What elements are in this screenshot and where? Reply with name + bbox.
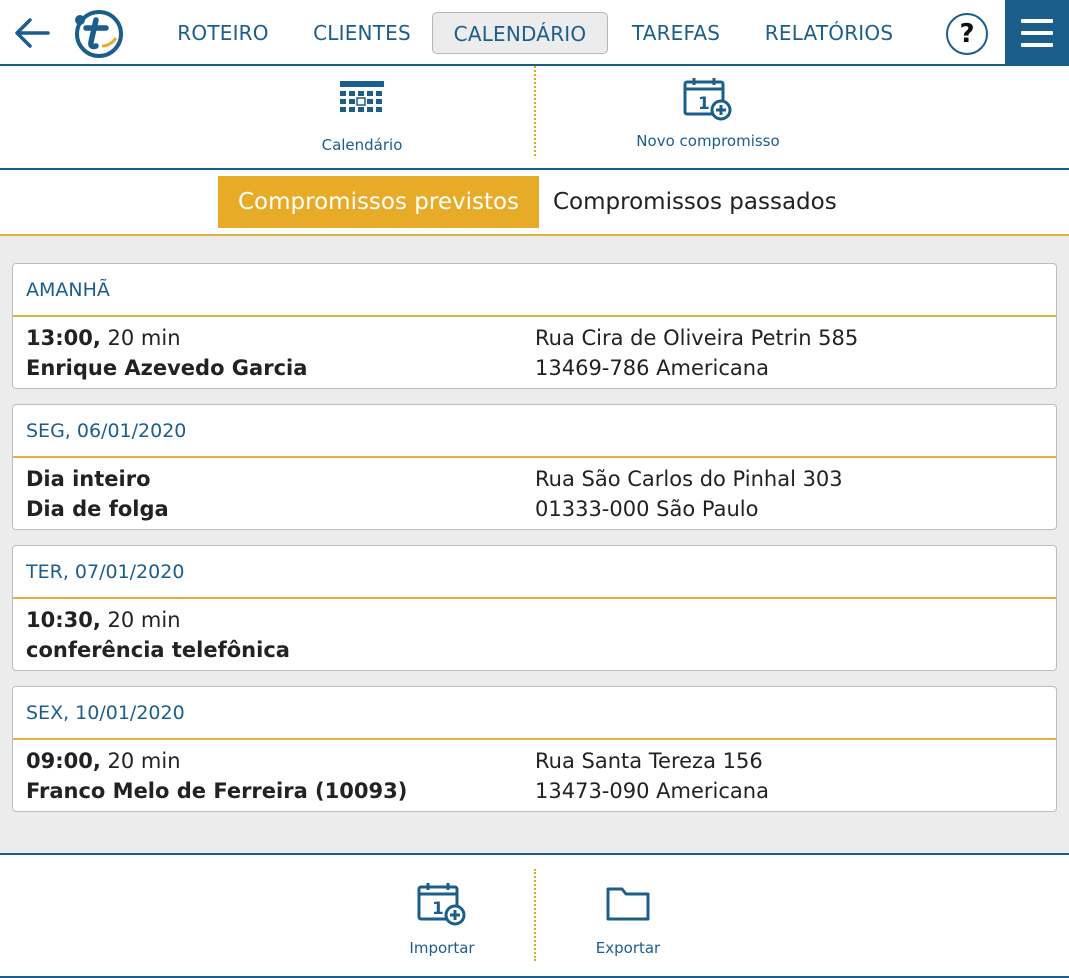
export-label: Exportar	[595, 939, 661, 957]
appointment-card: TER, 07/01/2020 10:30, 20 min conferênci…	[12, 545, 1057, 671]
appointment-time: 13:00,	[26, 326, 101, 350]
appointment-card: SEX, 10/01/2020 09:00, 20 min Franco Mel…	[12, 686, 1057, 812]
appointment-tabs: Compromissos previstos Compromissos pass…	[0, 170, 1069, 236]
top-nav: ROTEIRO CLIENTES CALENDÁRIO TAREFAS RELA…	[0, 0, 1069, 66]
tab-past[interactable]: Compromissos passados	[533, 176, 857, 228]
help-button[interactable]: ?	[946, 13, 988, 55]
svg-text:1: 1	[698, 94, 710, 114]
appointment-row[interactable]: 13:00, 20 min Enrique Azevedo Garcia Rua…	[13, 317, 1056, 388]
appointment-day-header: SEG, 06/01/2020	[13, 405, 1056, 458]
calendar-add-icon: 1	[683, 78, 732, 121]
nav-relatorios[interactable]: RELATÓRIOS	[758, 12, 900, 54]
folder-icon	[606, 887, 650, 921]
new-appointment-label: Novo compromisso	[636, 132, 780, 150]
calendar-view-button[interactable]: Calendário	[302, 78, 422, 154]
appointment-city: 13469-786 Americana	[535, 356, 769, 380]
app-logo	[72, 8, 124, 58]
appointment-card: SEG, 06/01/2020 Dia inteiro Dia de folga…	[12, 404, 1057, 530]
appointment-title: Dia de folga	[26, 497, 169, 521]
calendar-label: Calendário	[321, 136, 403, 154]
appointment-street: Rua São Carlos do Pinhal 303	[535, 467, 843, 491]
nav-tarefas[interactable]: TAREFAS	[624, 12, 728, 54]
appointment-time: Dia inteiro	[26, 467, 151, 491]
appointment-row[interactable]: 09:00, 20 min Franco Melo de Ferreira (1…	[13, 740, 1056, 811]
appointment-title: Franco Melo de Ferreira (10093)	[26, 779, 408, 803]
new-appointment-button[interactable]: 1 Novo compromisso	[628, 76, 788, 150]
appointment-title: Enrique Azevedo Garcia	[26, 356, 308, 380]
appointment-time: 09:00,	[26, 749, 101, 773]
import-label: Importar	[409, 939, 475, 957]
export-button[interactable]: Exportar	[568, 883, 688, 957]
appointment-time-line: 10:30, 20 min	[26, 608, 181, 632]
appointment-street: Rua Cira de Oliveira Petrin 585	[535, 326, 859, 350]
appointment-card: AMANHÃ 13:00, 20 min Enrique Azevedo Gar…	[12, 263, 1057, 389]
appointment-duration: 20 min	[107, 608, 181, 632]
hamburger-menu-icon[interactable]	[1005, 0, 1069, 66]
import-export-toolbar: 1 Importar Exportar	[0, 853, 1069, 978]
appointment-duration: 20 min	[107, 749, 181, 773]
appointment-row[interactable]: 10:30, 20 min conferência telefônica	[13, 599, 1056, 670]
appointment-time-line: Dia inteiro	[26, 467, 151, 491]
appointment-duration: 20 min	[107, 326, 181, 350]
nav-roteiro[interactable]: ROTEIRO	[168, 12, 278, 54]
footer-divider	[534, 869, 536, 961]
appointment-time-line: 13:00, 20 min	[26, 326, 181, 350]
nav-calendario[interactable]: CALENDÁRIO	[432, 12, 608, 54]
appointment-title: conferência telefônica	[26, 638, 290, 662]
calendar-toolbar: Calendário 1 Novo compromisso	[0, 66, 1069, 170]
calendar-grid-icon	[340, 81, 384, 112]
appointment-day-header: AMANHÃ	[13, 264, 1056, 317]
toolbar-divider	[534, 66, 536, 156]
nav-clientes[interactable]: CLIENTES	[303, 12, 421, 54]
tab-upcoming[interactable]: Compromissos previstos	[218, 176, 540, 228]
appointment-day-header: SEX, 10/01/2020	[13, 687, 1056, 740]
appointment-city: 13473-090 Americana	[535, 779, 769, 803]
appointment-day-header: TER, 07/01/2020	[13, 546, 1056, 599]
appointment-city: 01333-000 São Paulo	[535, 497, 759, 521]
import-button[interactable]: 1 Importar	[382, 881, 502, 957]
back-arrow-icon[interactable]	[12, 15, 52, 51]
svg-text:1: 1	[432, 899, 444, 919]
appointment-row[interactable]: Dia inteiro Dia de folga Rua São Carlos …	[13, 458, 1056, 529]
appointment-street: Rua Santa Tereza 156	[535, 749, 763, 773]
appointment-time: 10:30,	[26, 608, 101, 632]
appointment-time-line: 09:00, 20 min	[26, 749, 181, 773]
calendar-import-icon: 1	[417, 883, 466, 926]
